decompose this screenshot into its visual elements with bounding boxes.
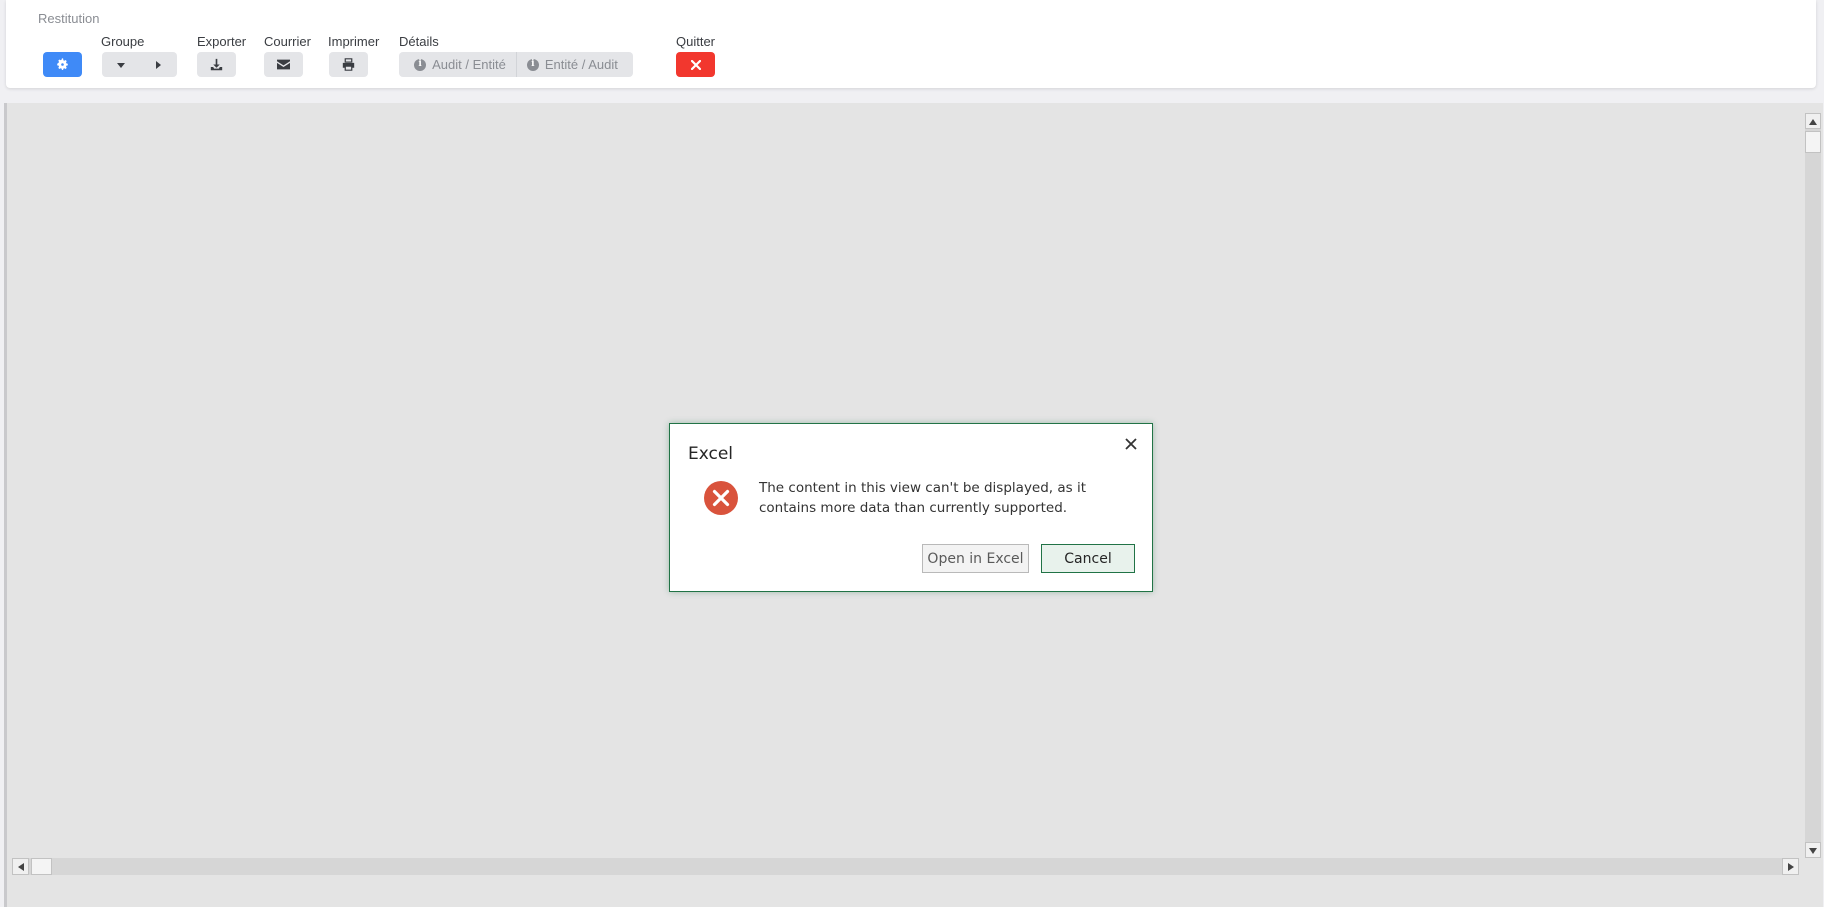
cancel-button[interactable]: Cancel [1041,544,1135,573]
horizontal-scrollbar[interactable] [12,858,1799,875]
settings-button[interactable] [43,52,82,77]
quit-button[interactable] [676,52,715,77]
mail-button[interactable] [264,52,303,77]
vertical-scroll-thumb[interactable] [1805,131,1821,153]
toolbar-panel: Restitution Groupe Exporter Courrier Imp… [6,0,1816,88]
export-button[interactable] [197,52,236,77]
close-icon [690,59,701,70]
scroll-right-button[interactable] [1782,858,1799,875]
groupe-button-group [102,52,177,77]
imprimer-label: Imprimer [328,34,380,49]
print-button[interactable] [329,52,368,77]
horizontal-scroll-thumb[interactable] [31,858,52,875]
exporter-label: Exporter [197,34,247,49]
audit-entite-button[interactable]: i Audit / Entité [404,52,516,77]
arrow-down-icon [1809,841,1817,859]
courrier-label: Courrier [264,34,311,49]
scroll-left-button[interactable] [12,858,29,875]
details-label: Détails [399,34,439,49]
caret-down-icon [116,60,126,70]
excel-error-dialog: Excel The content in this view can't be … [669,423,1153,592]
section-title: Restitution [38,11,100,26]
scroll-up-button[interactable] [1805,113,1821,129]
arrow-right-icon [1787,858,1794,876]
info-icon: i [414,58,427,71]
dialog-close-button[interactable] [1122,437,1140,455]
vertical-scrollbar[interactable] [1805,113,1821,858]
entite-audit-label: Entité / Audit [544,57,618,72]
group-expand-button[interactable] [140,52,177,77]
entite-audit-button[interactable]: i Entité / Audit [515,52,628,77]
envelope-icon [277,59,290,70]
gear-icon [56,58,69,71]
audit-entite-label: Audit / Entité [432,57,506,72]
group-collapse-button[interactable] [103,52,140,77]
dialog-title: Excel [688,444,734,464]
arrow-left-icon [17,858,24,876]
groupe-label: Groupe [101,34,145,49]
caret-right-icon [153,60,163,70]
printer-icon [342,58,355,71]
scroll-down-button[interactable] [1805,842,1821,858]
download-icon [210,58,223,71]
open-in-excel-button[interactable]: Open in Excel [922,544,1029,573]
close-icon [1125,437,1137,455]
arrow-up-icon [1809,112,1817,130]
details-button-group: i Audit / Entité i Entité / Audit [399,52,633,77]
error-circle-icon [703,480,739,516]
dialog-message: The content in this view can't be displa… [759,480,1087,516]
quitter-label: Quitter [676,34,716,49]
info-icon: i [526,58,539,71]
